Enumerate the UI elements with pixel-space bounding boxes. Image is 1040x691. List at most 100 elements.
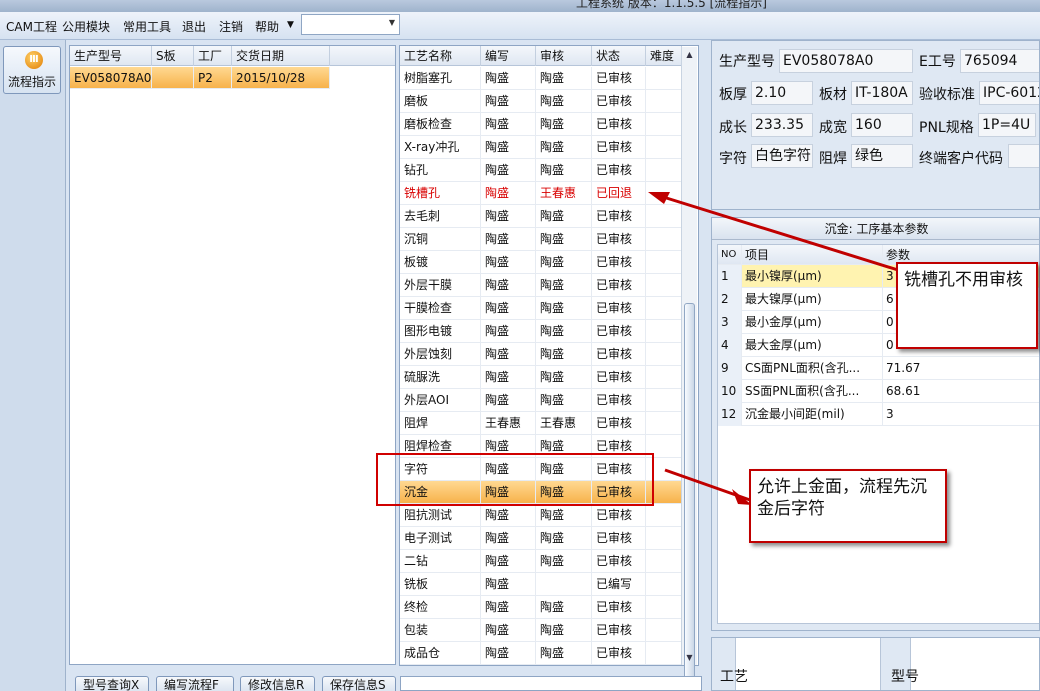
window-title: 工程系统 版本：1.1.5.5 [流程指示] <box>576 0 767 10</box>
col-model[interactable]: 生产型号 <box>70 46 152 66</box>
process-status: 已审核 <box>592 320 646 343</box>
process-name: X-ray冲孔 <box>400 136 481 159</box>
process-grid-header: 工艺名称 编写 审核 状态 难度 <box>400 46 682 66</box>
menu-dropdown-icon[interactable]: ▼ <box>287 20 294 30</box>
table-row[interactable]: 图形电镀 陶盛 陶盛 已审核 <box>400 320 682 343</box>
process-reviewer: 陶盛 <box>536 343 592 366</box>
process-name: 磨板检查 <box>400 113 481 136</box>
process-writer: 陶盛 <box>481 205 536 228</box>
table-row[interactable]: 终检 陶盛 陶盛 已审核 <box>400 596 682 619</box>
scroll-down-icon[interactable]: ▼ <box>682 650 697 665</box>
process-difficulty <box>646 642 682 665</box>
process-difficulty <box>646 343 682 366</box>
table-row[interactable]: 外层干膜 陶盛 陶盛 已审核 <box>400 274 682 297</box>
process-status: 已审核 <box>592 366 646 389</box>
process-difficulty <box>646 596 682 619</box>
col-difficulty[interactable]: 难度 <box>646 46 682 66</box>
table-row[interactable]: 去毛刺 陶盛 陶盛 已审核 <box>400 205 682 228</box>
process-difficulty <box>646 297 682 320</box>
table-row[interactable]: EV058078A0 P2 2015/10/28 <box>70 67 330 89</box>
table-row[interactable]: 二钻 陶盛 陶盛 已审核 <box>400 550 682 573</box>
customer-field[interactable] <box>1008 144 1039 168</box>
table-row[interactable]: 包装 陶盛 陶盛 已审核 <box>400 619 682 642</box>
pnl-field[interactable]: 1P=4U <box>978 113 1036 137</box>
col-reviewer[interactable]: 审核 <box>536 46 592 66</box>
col-sboard[interactable]: S板 <box>152 46 194 66</box>
col-writer[interactable]: 编写 <box>481 46 536 66</box>
menu-exit[interactable]: 退出 <box>182 18 206 35</box>
material-field[interactable]: IT-180A <box>851 81 913 105</box>
param-row[interactable]: 12 沉金最小间距(mil) 3 <box>718 403 1039 426</box>
edit-flow-button[interactable]: 编写流程F <box>156 676 234 691</box>
length-field[interactable]: 233.35 <box>751 113 813 137</box>
mask-field[interactable]: 绿色 <box>851 144 913 168</box>
process-name: 磨板 <box>400 90 481 113</box>
model-detail-box[interactable] <box>910 638 1039 690</box>
col-process-name[interactable]: 工艺名称 <box>400 46 481 66</box>
table-row[interactable]: 外层蚀刻 陶盛 陶盛 已审核 <box>400 343 682 366</box>
model-field[interactable]: EV058078A0 <box>779 49 913 73</box>
table-row[interactable]: 沉铜 陶盛 陶盛 已审核 <box>400 228 682 251</box>
table-row[interactable]: 硫脲洗 陶盛 陶盛 已审核 <box>400 366 682 389</box>
model-query-button[interactable]: 型号查询X <box>75 676 149 691</box>
table-row[interactable]: 板镀 陶盛 陶盛 已审核 <box>400 251 682 274</box>
process-difficulty <box>646 251 682 274</box>
table-row[interactable]: 树脂塞孔 陶盛 陶盛 已审核 <box>400 67 682 90</box>
table-row[interactable]: 成品仓 陶盛 陶盛 已审核 <box>400 642 682 665</box>
menu-help[interactable]: 帮助 <box>255 18 279 35</box>
col-status[interactable]: 状态 <box>592 46 646 66</box>
table-row[interactable]: 阻焊 王春惠 王春惠 已审核 <box>400 412 682 435</box>
menu-common-tools[interactable]: 常用工具 <box>123 18 171 35</box>
model-label-bottom: 型号 <box>891 669 919 685</box>
table-row[interactable]: 铣槽孔 陶盛 王春惠 已回退 <box>400 182 682 205</box>
table-row[interactable]: 外层AOI 陶盛 陶盛 已审核 <box>400 389 682 412</box>
process-writer: 陶盛 <box>481 320 536 343</box>
param-row[interactable]: 10 SS面PNL面积(含孔... 68.61 <box>718 380 1039 403</box>
process-reviewer: 陶盛 <box>536 366 592 389</box>
param-row[interactable]: 9 CS面PNL面积(含孔... 71.67 <box>718 357 1039 380</box>
params-title: 沉金: 工序基本参数 <box>712 218 1039 240</box>
param-no: 2 <box>718 288 742 311</box>
menu-cam[interactable]: CAM工程 <box>6 18 57 35</box>
menu-combo[interactable]: ▼ <box>301 14 400 35</box>
process-writer: 陶盛 <box>481 90 536 113</box>
save-info-button[interactable]: 保存信息S <box>322 676 396 691</box>
process-scrollbar[interactable]: ▲ ▼ <box>681 47 697 691</box>
scroll-up-icon[interactable]: ▲ <box>682 47 697 62</box>
table-row[interactable]: 铣板 陶盛 已编写 <box>400 573 682 596</box>
process-name: 阻焊 <box>400 412 481 435</box>
process-status: 已审核 <box>592 297 646 320</box>
table-row[interactable]: 干膜检查 陶盛 陶盛 已审核 <box>400 297 682 320</box>
thickness-field[interactable]: 2.10 <box>751 81 813 105</box>
process-reviewer: 陶盛 <box>536 527 592 550</box>
menu-logout[interactable]: 注销 <box>219 18 243 35</box>
flow-indicator-button[interactable]: Ⅲ 流程指示 <box>3 46 61 94</box>
col-delivery-date[interactable]: 交货日期 <box>232 46 330 66</box>
process-reviewer: 陶盛 <box>536 136 592 159</box>
char-field[interactable]: 白色字符 <box>751 144 813 168</box>
width-field[interactable]: 160 <box>851 113 913 137</box>
scroll-thumb[interactable] <box>684 303 695 691</box>
table-row[interactable]: 磨板 陶盛 陶盛 已审核 <box>400 90 682 113</box>
pnl-label: PNL规格 <box>919 120 974 136</box>
standard-field[interactable]: IPC-6012 <box>979 81 1039 105</box>
chevron-down-icon[interactable]: ▼ <box>389 18 395 27</box>
col-factory[interactable]: 工厂 <box>194 46 232 66</box>
table-row[interactable]: 磨板检查 陶盛 陶盛 已审核 <box>400 113 682 136</box>
process-reviewer: 陶盛 <box>536 504 592 527</box>
col-no[interactable]: NO <box>718 245 742 265</box>
table-row[interactable]: 阻抗测试 陶盛 陶盛 已审核 <box>400 504 682 527</box>
eng-no-field[interactable]: 765094 <box>960 49 1039 73</box>
process-name: 成品仓 <box>400 642 481 665</box>
process-status: 已审核 <box>592 205 646 228</box>
process-status: 已审核 <box>592 527 646 550</box>
process-detail-box[interactable] <box>736 638 881 690</box>
process-status: 已审核 <box>592 251 646 274</box>
col-item[interactable]: 项目 <box>742 245 883 265</box>
table-row[interactable]: 电子测试 陶盛 陶盛 已审核 <box>400 527 682 550</box>
table-row[interactable]: X-ray冲孔 陶盛 陶盛 已审核 <box>400 136 682 159</box>
menu-public-module[interactable]: 公用模块 <box>62 18 110 35</box>
process-status: 已审核 <box>592 343 646 366</box>
modify-info-button[interactable]: 修改信息R <box>240 676 315 691</box>
table-row[interactable]: 钻孔 陶盛 陶盛 已审核 <box>400 159 682 182</box>
